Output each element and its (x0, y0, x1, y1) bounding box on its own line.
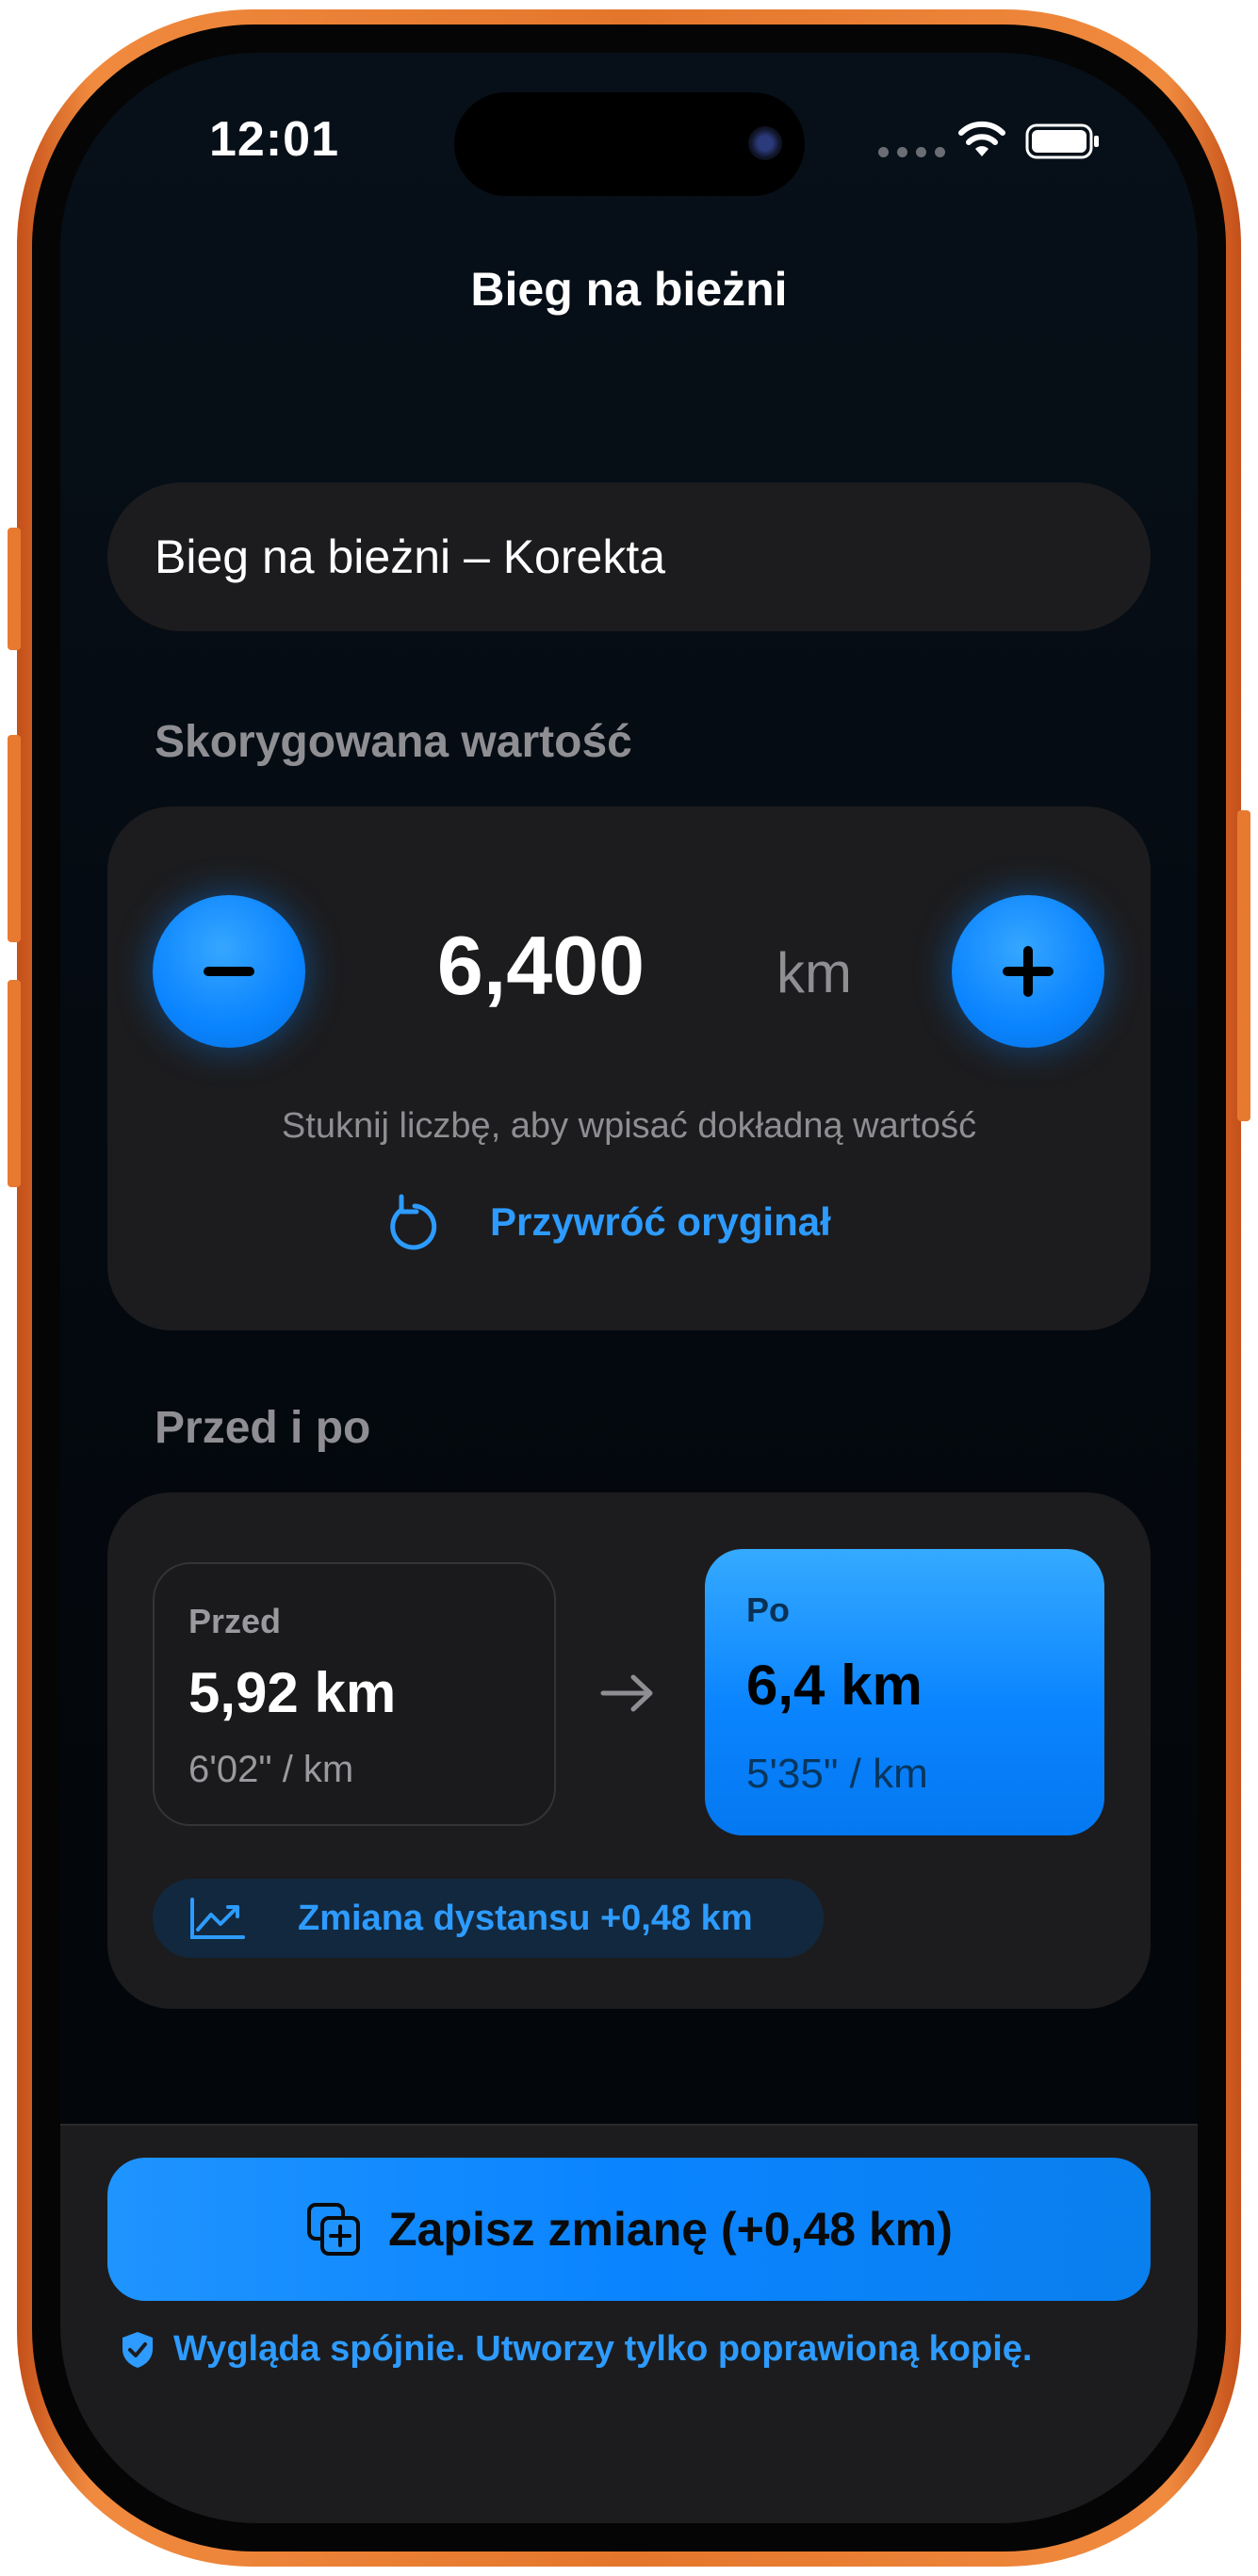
minus-icon (204, 967, 254, 976)
increment-button[interactable] (952, 895, 1104, 1048)
unit-label: km (776, 941, 852, 1004)
comparison-card: Przed 5,92 km 6'02" / km Po 6,4 km 5'35"… (107, 1492, 1151, 2009)
after-label: Po (746, 1590, 791, 1629)
chart-trend-icon (190, 1898, 245, 1939)
action-button (8, 528, 21, 650)
restore-original-button[interactable]: Przywróć oryginał (388, 1193, 831, 1251)
adjusted-section-label: Skorygowana wartość (155, 717, 632, 767)
before-pace: 6'02" / km (188, 1749, 354, 1790)
volume-down-button (8, 980, 21, 1187)
restore-label: Przywróć oryginał (490, 1199, 831, 1244)
after-distance: 6,4 km (746, 1654, 923, 1717)
volume-up-button (8, 735, 21, 942)
power-button (1237, 810, 1250, 1121)
status-time: 12:01 (209, 112, 339, 167)
after-box: Po 6,4 km 5'35" / km (705, 1549, 1104, 1835)
after-pace: 5'35" / km (746, 1751, 928, 1797)
decrement-button[interactable] (153, 895, 305, 1048)
restore-icon (390, 1194, 437, 1250)
screen: 12:01 Bieg na bieżni Skorygowana wartość… (60, 53, 1198, 2523)
footer-note-text: Wygląda spójnie. Utworzy tylko poprawion… (173, 2329, 1033, 2369)
before-label: Przed (188, 1602, 282, 1640)
shield-check-icon (123, 2331, 153, 2368)
hint-text: Stuknij liczbę, aby wpisać dokładną wart… (281, 1106, 977, 1146)
comparison-section-label: Przed i po (155, 1403, 371, 1453)
distance-change-text: Zmiana dystansu +0,48 km (298, 1898, 753, 1938)
battery-icon (1025, 123, 1099, 159)
distance-change-badge: Zmiana dystansu +0,48 km (153, 1879, 824, 1958)
cellular-signal-icon (878, 147, 945, 157)
arrow-right-icon (600, 1674, 653, 1712)
before-box: Przed 5,92 km 6'02" / km (153, 1562, 556, 1826)
footer-note: Wygląda spójnie. Utworzy tylko poprawion… (121, 2329, 1032, 2370)
save-change-button[interactable]: Zapisz zmianę (+0,48 km) (107, 2158, 1151, 2301)
camera-icon (748, 126, 782, 160)
plus-icon (1003, 946, 1054, 997)
save-copy-icon (307, 2203, 361, 2256)
save-change-label: Zapisz zmianę (+0,48 km) (388, 2203, 953, 2256)
adjusted-value[interactable]: 6,400 (400, 918, 682, 1014)
before-distance: 5,92 km (188, 1661, 397, 1724)
adjusted-value-card: 6,400 km Stuknij liczbę, aby wpisać dokł… (107, 807, 1151, 1330)
workout-name-field[interactable] (107, 482, 1151, 631)
wifi-icon (958, 121, 1005, 156)
nav-title: Bieg na bieżni (470, 263, 788, 316)
workout-name-input[interactable] (155, 482, 1097, 631)
